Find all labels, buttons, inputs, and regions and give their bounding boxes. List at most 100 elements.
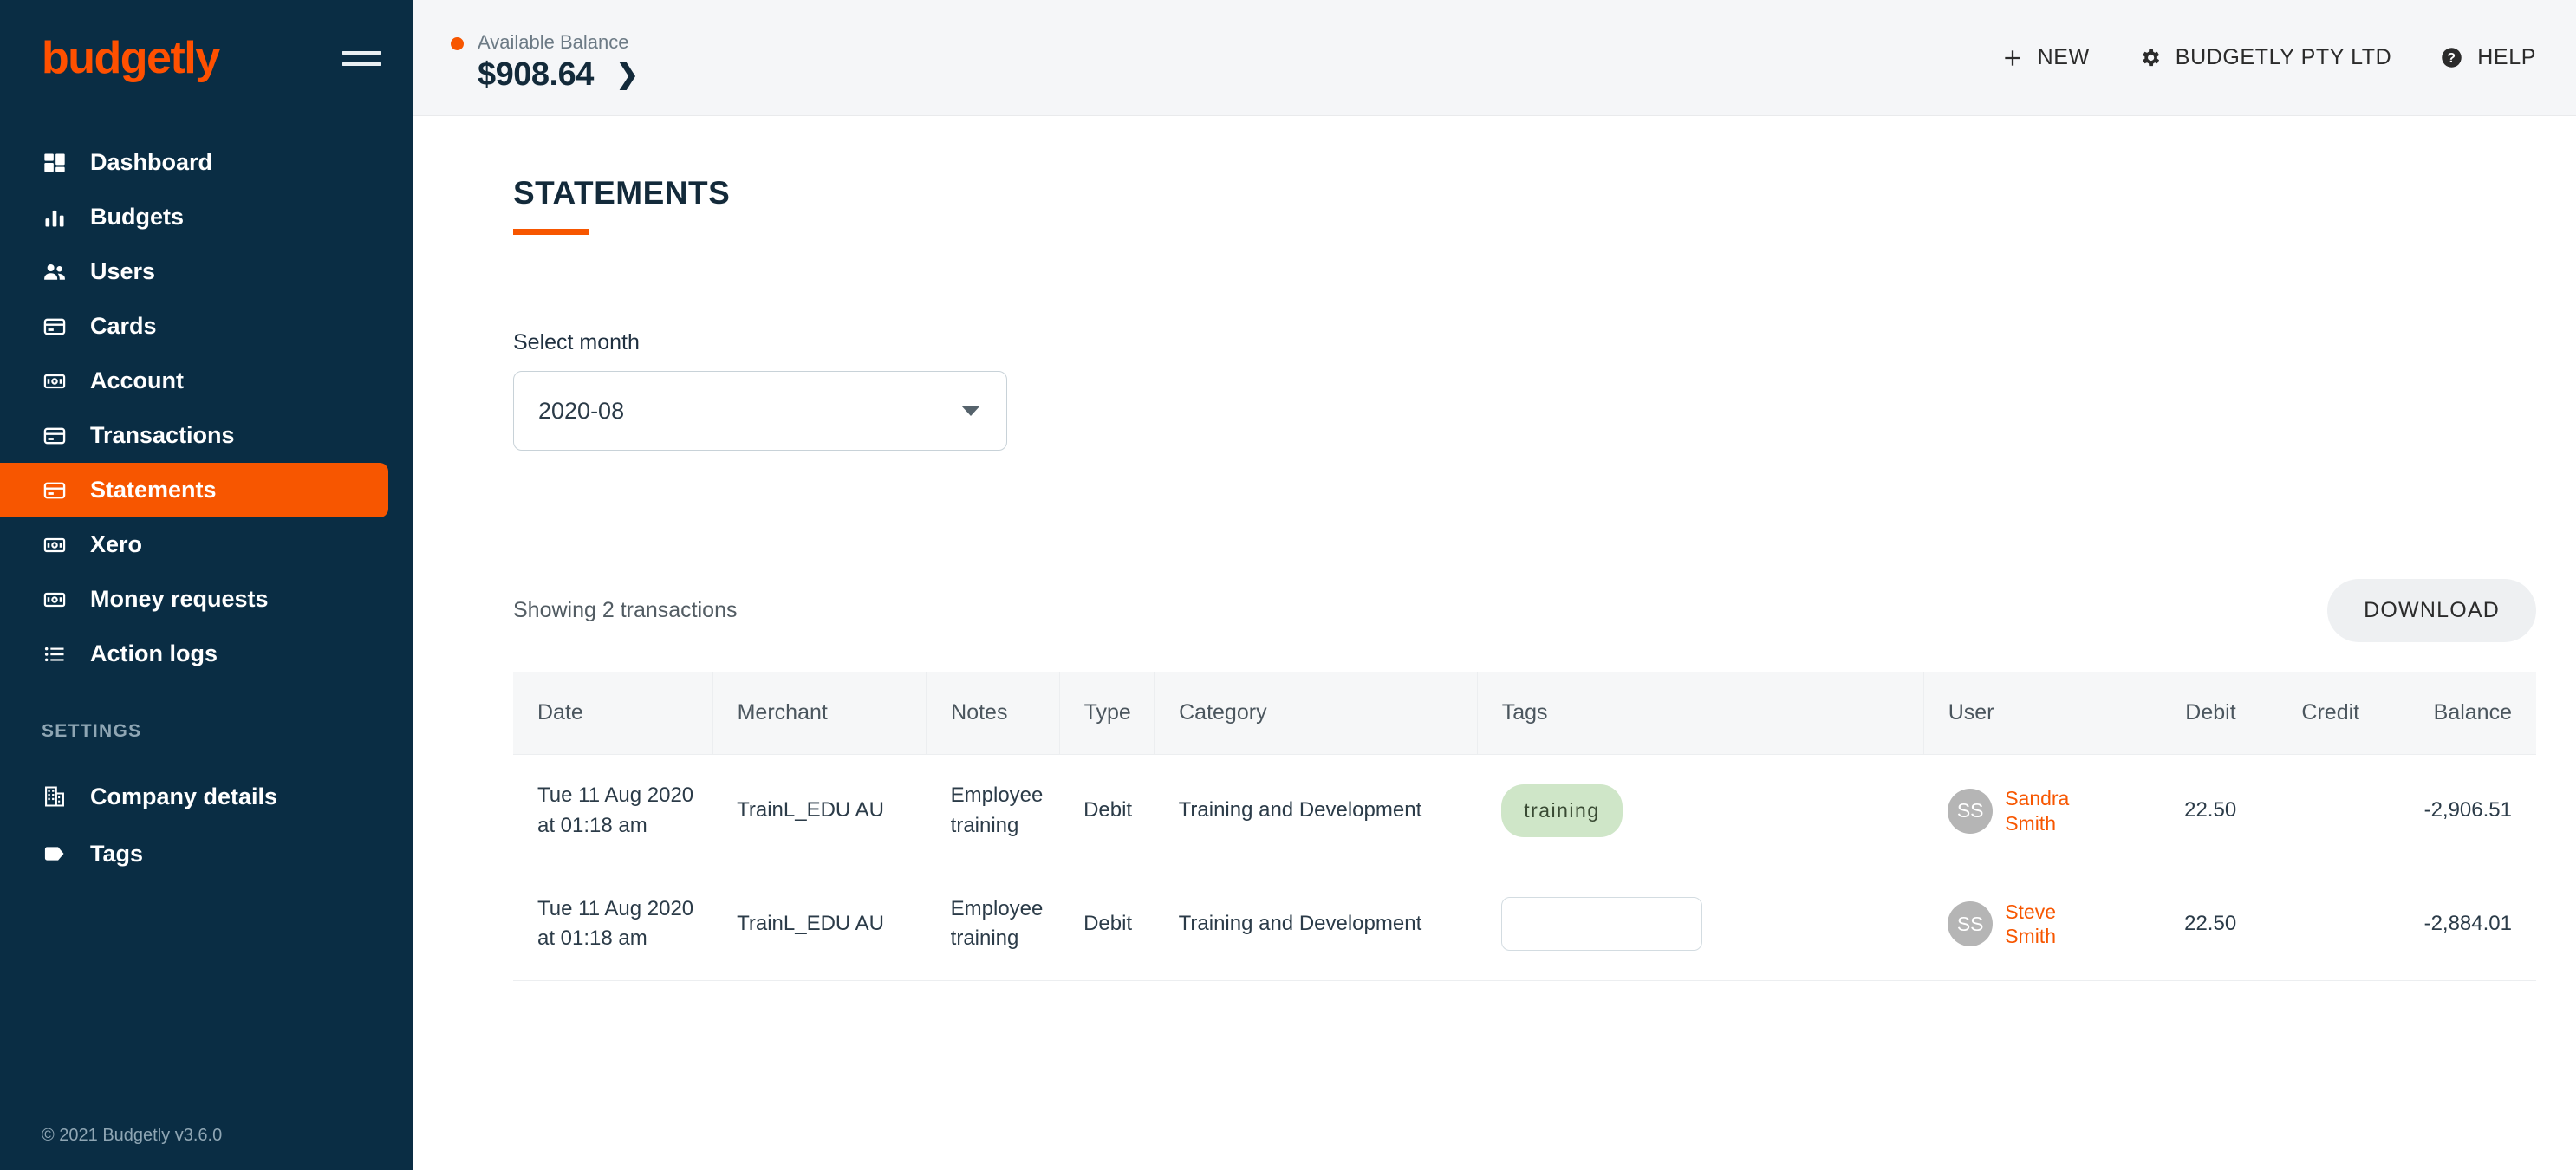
column-header-notes[interactable]: Notes: [927, 672, 1059, 755]
cell-credit: [2261, 868, 2384, 981]
column-header-user[interactable]: User: [1923, 672, 2137, 755]
chart-bar-icon: [42, 205, 68, 231]
money-note-icon: [42, 532, 68, 558]
help-button[interactable]: ? HELP: [2440, 45, 2536, 70]
table-row[interactable]: Tue 11 Aug 2020 at 01:18 am TrainL_EDU A…: [513, 755, 2536, 868]
sidebar-item-action-logs[interactable]: Action logs: [0, 627, 388, 681]
new-button[interactable]: NEW: [2001, 45, 2090, 70]
table-header-row: Date Merchant Notes Type Category Tags U…: [513, 672, 2536, 755]
column-header-date[interactable]: Date: [513, 672, 712, 755]
money-note-icon: [42, 587, 68, 613]
new-button-label: NEW: [2038, 45, 2090, 70]
table-toolbar: Showing 2 transactions DOWNLOAD: [513, 579, 2536, 642]
sidebar-item-transactions[interactable]: Transactions: [0, 408, 388, 463]
showing-transactions-text: Showing 2 transactions: [513, 598, 737, 623]
sidebar-item-label: Dashboard: [90, 149, 212, 176]
svg-text:?: ?: [2448, 51, 2456, 66]
page-title: STATEMENTS: [513, 116, 2536, 211]
status-dot-icon: [451, 37, 464, 50]
credit-card-icon: [42, 423, 68, 449]
company-settings-button[interactable]: BUDGETLY PTY LTD: [2138, 45, 2391, 70]
plus-icon: [2001, 47, 2024, 69]
top-bar-actions: NEW BUDGETLY PTY LTD ? HELP: [2001, 45, 2536, 70]
sidebar-item-label: Users: [90, 258, 155, 285]
sidebar-item-dashboard[interactable]: Dashboard: [0, 135, 388, 190]
sidebar-item-label: Budgets: [90, 204, 184, 231]
budgetly-logo: budgetly: [42, 36, 219, 81]
sidebar-nav: Dashboard Budgets Users Cards: [0, 135, 413, 882]
help-button-label: HELP: [2477, 45, 2536, 70]
chevron-right-icon[interactable]: ❯: [616, 59, 639, 90]
gear-icon: [2138, 46, 2162, 69]
cell-type: Debit: [1059, 868, 1155, 981]
cell-category: Training and Development: [1155, 755, 1478, 868]
help-circle-icon: ?: [2440, 46, 2463, 69]
download-button[interactable]: DOWNLOAD: [2327, 579, 2536, 642]
sidebar-item-cards[interactable]: Cards: [0, 299, 388, 354]
list-icon: [42, 641, 68, 667]
cell-merchant[interactable]: TrainL_EDU AU: [712, 755, 927, 868]
cell-notes: Employee training: [927, 755, 1059, 868]
table-row[interactable]: Tue 11 Aug 2020 at 01:18 am TrainL_EDU A…: [513, 868, 2536, 981]
cell-debit: 22.50: [2137, 868, 2261, 981]
cell-tags[interactable]: [1477, 868, 1923, 981]
sidebar-item-account[interactable]: Account: [0, 354, 388, 408]
column-header-category[interactable]: Category: [1155, 672, 1478, 755]
select-month-label: Select month: [513, 330, 2536, 355]
cell-type: Debit: [1059, 755, 1155, 868]
cell-user: SS Sandra Smith: [1923, 755, 2137, 868]
cell-balance: -2,906.51: [2384, 755, 2536, 868]
available-balance-block[interactable]: Available Balance $908.64 ❯: [451, 23, 639, 94]
sidebar-item-budgets[interactable]: Budgets: [0, 190, 388, 244]
sidebar: budgetly Dashboard Budgets: [0, 0, 413, 1170]
cell-notes: Employee training: [927, 868, 1059, 981]
credit-card-icon: [42, 478, 68, 504]
sidebar-item-xero[interactable]: Xero: [0, 517, 388, 572]
top-bar: Available Balance $908.64 ❯ NEW: [413, 0, 2576, 116]
column-header-debit[interactable]: Debit: [2137, 672, 2261, 755]
cell-tags[interactable]: training: [1477, 755, 1923, 868]
sidebar-item-label: Transactions: [90, 422, 235, 449]
column-header-tags[interactable]: Tags: [1477, 672, 1923, 755]
company-name-label: BUDGETLY PTY LTD: [2176, 45, 2391, 70]
column-header-type[interactable]: Type: [1059, 672, 1155, 755]
sidebar-item-label: Money requests: [90, 586, 269, 613]
tag-icon: [42, 841, 68, 867]
dashboard-icon: [42, 150, 68, 176]
sidebar-item-money-requests[interactable]: Money requests: [0, 572, 388, 627]
money-note-icon: [42, 368, 68, 394]
sidebar-item-label: Account: [90, 367, 184, 394]
available-balance-amount: $908.64: [478, 56, 594, 94]
user-name[interactable]: Steve Smith: [2005, 900, 2100, 950]
column-header-balance[interactable]: Balance: [2384, 672, 2536, 755]
avatar: SS: [1948, 901, 1993, 946]
app-root: budgetly Dashboard Budgets: [0, 0, 2576, 1170]
user-name[interactable]: Sandra Smith: [2005, 786, 2100, 836]
sidebar-item-statements[interactable]: Statements: [0, 463, 388, 517]
sidebar-item-label: Xero: [90, 531, 142, 558]
building-icon: [42, 783, 68, 809]
cell-date: Tue 11 Aug 2020 at 01:18 am: [513, 868, 712, 981]
people-icon: [42, 259, 68, 285]
cell-user: SS Steve Smith: [1923, 868, 2137, 981]
avatar: SS: [1948, 789, 1993, 834]
column-header-credit[interactable]: Credit: [2261, 672, 2384, 755]
cell-merchant[interactable]: TrainL_EDU AU: [712, 868, 927, 981]
tag-input[interactable]: [1501, 897, 1702, 951]
sidebar-item-tags[interactable]: Tags: [0, 825, 388, 882]
sidebar-item-label: Action logs: [90, 640, 218, 667]
sidebar-footer-copyright: © 2021 Budgetly v3.6.0: [42, 1126, 222, 1146]
cell-credit: [2261, 755, 2384, 868]
month-select[interactable]: 2020-08: [513, 371, 1007, 451]
column-header-merchant[interactable]: Merchant: [712, 672, 927, 755]
sidebar-item-users[interactable]: Users: [0, 244, 388, 299]
sidebar-item-label: Cards: [90, 313, 157, 340]
credit-card-icon: [42, 314, 68, 340]
sidebar-item-company-details[interactable]: Company details: [0, 768, 388, 825]
title-underline: [513, 229, 589, 235]
sidebar-section-settings: SETTINGS: [0, 721, 413, 742]
tag-chip[interactable]: training: [1501, 784, 1622, 837]
sidebar-item-label: Statements: [90, 477, 217, 504]
cell-balance: -2,884.01: [2384, 868, 2536, 981]
hamburger-menu-icon[interactable]: [342, 43, 381, 74]
